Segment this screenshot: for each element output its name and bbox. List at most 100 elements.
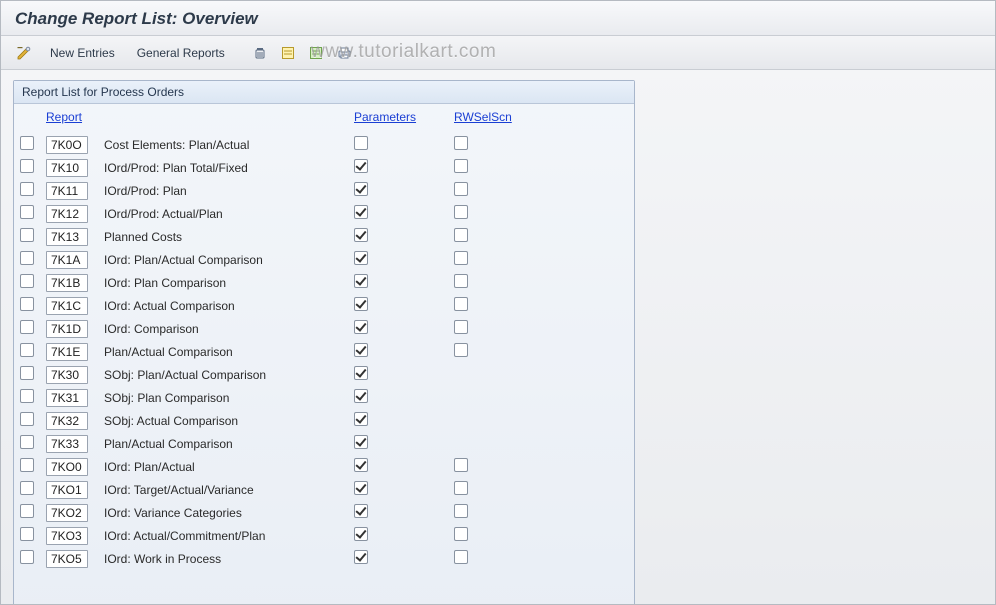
row-select-checkbox[interactable] [20,481,34,495]
row-select-checkbox[interactable] [20,550,34,564]
parameters-checkbox[interactable] [354,435,368,449]
parameters-checkbox[interactable] [354,136,368,150]
rwselscn-checkbox[interactable] [454,297,468,311]
rwselscn-checkbox[interactable] [454,504,468,518]
report-code-field[interactable]: 7K10 [46,159,88,177]
report-code-field[interactable]: 7KO3 [46,527,88,545]
table-row: 7K10IOrd/Prod: Plan Total/Fixed [20,156,632,179]
rwselscn-checkbox[interactable] [454,159,468,173]
report-code-field[interactable]: 7K13 [46,228,88,246]
parameters-checkbox[interactable] [354,481,368,495]
report-code-field[interactable]: 7KO5 [46,550,88,568]
report-code-field[interactable]: 7K1C [46,297,88,315]
parameters-checkbox[interactable] [354,274,368,288]
table-body: 7K0O Cost Elements: Plan/Actual 7K10IOrd/P… [16,129,632,599]
rwselscn-checkbox[interactable] [454,481,468,495]
delete-icon[interactable] [248,42,272,64]
table-row: 7K1BIOrd: Plan Comparison [20,271,632,294]
row-select-checkbox[interactable] [20,527,34,541]
table-row: 7K12IOrd/Prod: Actual/Plan [20,202,632,225]
parameters-checkbox[interactable] [354,159,368,173]
report-code-field[interactable]: 7K1E [46,343,88,361]
general-reports-button[interactable]: General Reports [128,42,234,64]
parameters-checkbox[interactable] [354,550,368,564]
row-select-checkbox[interactable] [20,343,34,357]
rwselscn-checkbox[interactable] [454,228,468,242]
rwselscn-checkbox[interactable] [454,527,468,541]
report-code-field[interactable]: 7KO0 [46,458,88,476]
rwselscn-checkbox[interactable] [454,251,468,265]
parameters-checkbox[interactable] [354,527,368,541]
parameters-checkbox[interactable] [354,343,368,357]
report-code-field[interactable]: 7K30 [46,366,88,384]
rwselscn-checkbox[interactable] [454,343,468,357]
report-description: IOrd: Target/Actual/Variance [98,483,354,497]
select-all-icon[interactable] [276,42,300,64]
row-select-checkbox[interactable] [20,504,34,518]
parameters-checkbox[interactable] [354,228,368,242]
parameters-checkbox[interactable] [354,366,368,380]
parameters-checkbox[interactable] [354,182,368,196]
table-footer: Entry 1 of 51 [16,599,632,605]
rwselscn-checkbox[interactable] [454,182,468,196]
parameters-checkbox[interactable] [354,412,368,426]
report-code-field[interactable]: 7K31 [46,389,88,407]
report-code-field[interactable]: 7K11 [46,182,88,200]
page-title: Change Report List: Overview [1,1,995,36]
col-header-parameters[interactable]: Parameters [354,110,454,124]
report-description: IOrd: Actual Comparison [98,299,354,313]
row-select-checkbox[interactable] [20,228,34,242]
report-code-field[interactable]: 7K0O [46,136,88,154]
row-select-checkbox[interactable] [20,136,34,150]
rwselscn-checkbox[interactable] [454,458,468,472]
report-description: IOrd: Plan/Actual Comparison [98,253,354,267]
rwselscn-checkbox[interactable] [454,274,468,288]
report-description: SObj: Actual Comparison [98,414,354,428]
report-description: IOrd: Actual/Commitment/Plan [98,529,354,543]
parameters-checkbox[interactable] [354,205,368,219]
parameters-checkbox[interactable] [354,458,368,472]
row-select-checkbox[interactable] [20,320,34,334]
table-row: 7KO3 IOrd: Actual/Commitment/Plan [20,524,632,547]
row-select-checkbox[interactable] [20,297,34,311]
row-select-checkbox[interactable] [20,389,34,403]
deselect-all-icon[interactable] [304,42,328,64]
rwselscn-checkbox[interactable] [454,136,468,150]
report-code-field[interactable]: 7K12 [46,205,88,223]
row-select-checkbox[interactable] [20,366,34,380]
print-icon[interactable] [332,42,357,64]
col-header-report[interactable]: Report [46,110,98,124]
table-row: 7KO0 IOrd: Plan/Actual [20,455,632,478]
table-row: 7K13 Planned Costs [20,225,632,248]
toggle-edit-icon[interactable] [11,42,37,64]
row-select-checkbox[interactable] [20,412,34,426]
report-code-field[interactable]: 7K1B [46,274,88,292]
report-code-field[interactable]: 7KO2 [46,504,88,522]
report-description: IOrd: Plan/Actual [98,460,354,474]
report-description: Planned Costs [98,230,354,244]
col-header-rwselscn[interactable]: RWSelScn [454,110,554,124]
report-code-field[interactable]: 7K1A [46,251,88,269]
new-entries-button[interactable]: New Entries [41,42,124,64]
report-code-field[interactable]: 7KO1 [46,481,88,499]
row-select-checkbox[interactable] [20,159,34,173]
row-select-checkbox[interactable] [20,205,34,219]
rwselscn-checkbox[interactable] [454,205,468,219]
report-code-field[interactable]: 7K1D [46,320,88,338]
report-code-field[interactable]: 7K32 [46,412,88,430]
rwselscn-checkbox[interactable] [454,550,468,564]
rwselscn-checkbox[interactable] [454,320,468,334]
row-select-checkbox[interactable] [20,458,34,472]
row-select-checkbox[interactable] [20,274,34,288]
parameters-checkbox[interactable] [354,504,368,518]
parameters-checkbox[interactable] [354,251,368,265]
parameters-checkbox[interactable] [354,320,368,334]
report-description: Cost Elements: Plan/Actual [98,138,354,152]
row-select-checkbox[interactable] [20,251,34,265]
parameters-checkbox[interactable] [354,389,368,403]
row-select-checkbox[interactable] [20,182,34,196]
row-select-checkbox[interactable] [20,435,34,449]
report-code-field[interactable]: 7K33 [46,435,88,453]
parameters-checkbox[interactable] [354,297,368,311]
report-description: IOrd: Comparison [98,322,354,336]
